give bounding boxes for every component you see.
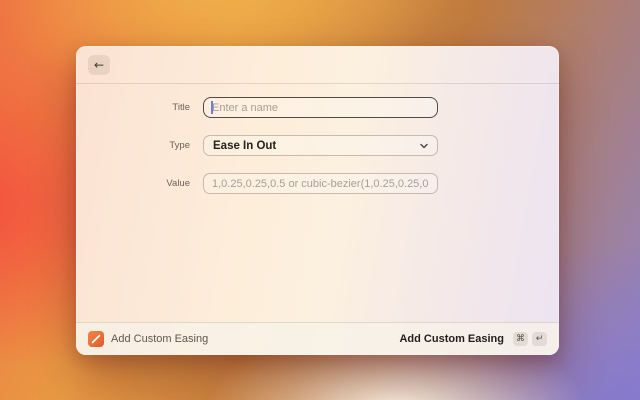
primary-action-button[interactable]: Add Custom Easing ⌘ ↵ <box>399 332 547 346</box>
window-footer: Add Custom Easing Add Custom Easing ⌘ ↵ <box>76 322 559 355</box>
command-key-icon: ⌘ <box>513 332 528 346</box>
value-input[interactable] <box>203 173 438 194</box>
value-input-wrap <box>203 173 438 194</box>
back-button[interactable]: ← <box>88 55 110 75</box>
easing-form: Title Type Ease In Out Value <box>76 84 559 194</box>
return-key-icon: ↵ <box>532 332 547 346</box>
title-input-wrap <box>203 97 438 118</box>
footer-command-info: Add Custom Easing <box>88 331 208 347</box>
primary-action-label: Add Custom Easing <box>399 333 504 345</box>
title-input[interactable] <box>203 97 438 118</box>
value-label: Value <box>76 178 190 189</box>
form-row-type: Type Ease In Out <box>76 135 559 156</box>
add-custom-easing-window: ← Title Type Ease In Out <box>76 46 559 355</box>
type-label: Type <box>76 140 190 151</box>
easing-command-icon <box>88 331 104 347</box>
back-arrow-icon: ← <box>94 55 104 75</box>
chevron-down-icon <box>420 142 428 150</box>
title-label: Title <box>76 102 190 113</box>
window-header: ← <box>76 46 559 84</box>
form-row-value: Value <box>76 173 559 194</box>
type-dropdown-value: Ease In Out <box>213 140 276 152</box>
type-dropdown[interactable]: Ease In Out <box>203 135 438 156</box>
form-row-title: Title <box>76 97 559 118</box>
footer-command-name: Add Custom Easing <box>111 333 208 345</box>
desktop-background: ← Title Type Ease In Out <box>0 0 640 400</box>
